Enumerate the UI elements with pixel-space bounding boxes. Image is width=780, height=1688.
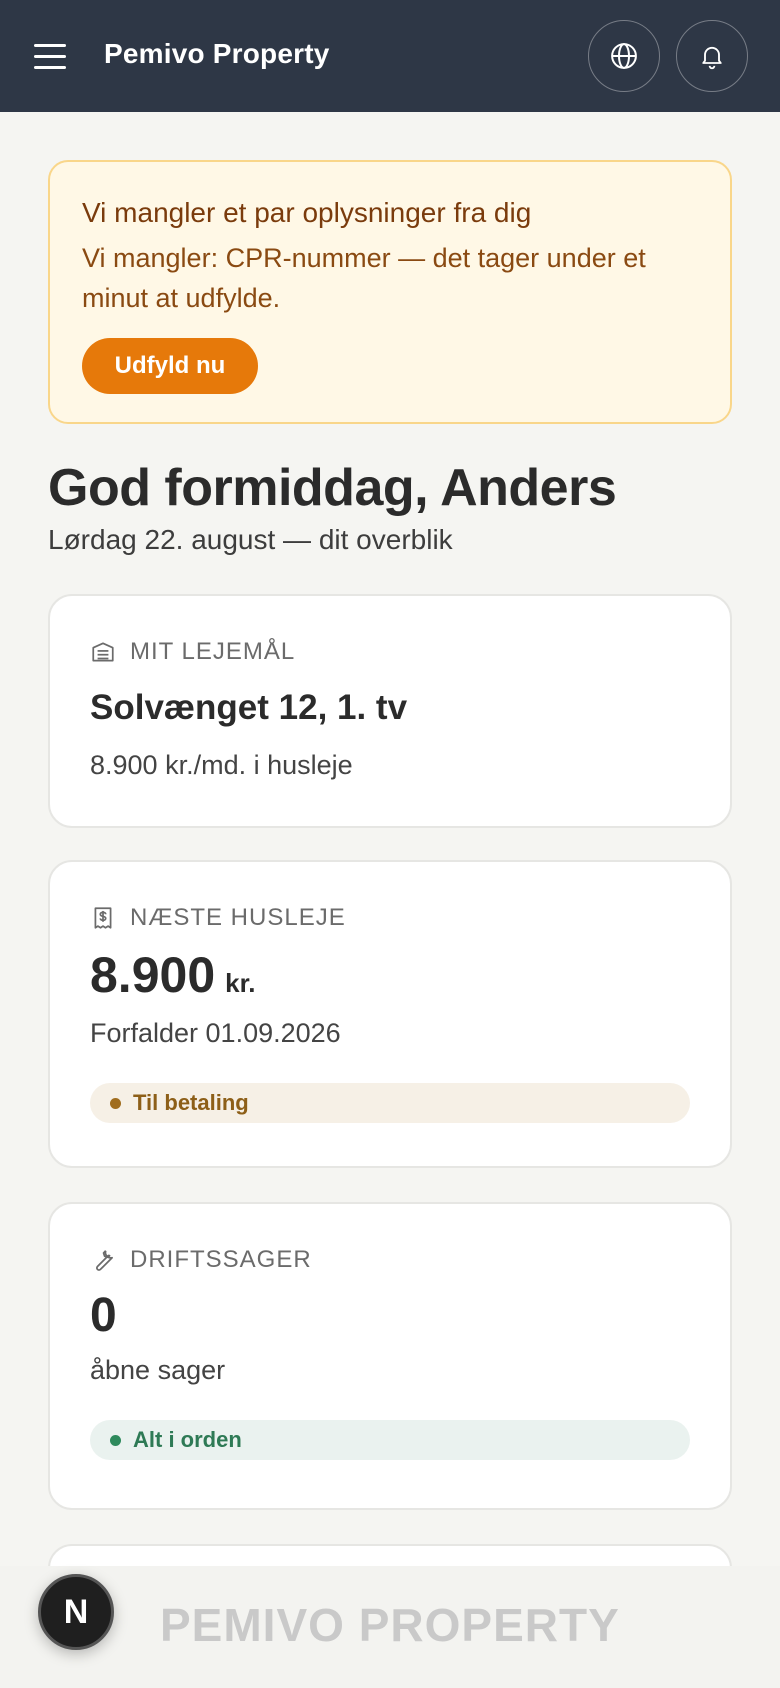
rent-amount: 8.900 kr. [90, 946, 690, 1004]
lease-card-label: MIT LEJEMÅL [130, 638, 296, 665]
lease-rent-text: 8.900 kr./md. i husleje [90, 750, 353, 780]
receipt-dollar-icon [94, 907, 112, 929]
bell-icon [702, 46, 722, 70]
rent-amount-value: 8.900 [90, 947, 216, 1003]
banner-title: Vi mangler et par oplysninger fra dig [82, 197, 532, 228]
menu-button[interactable] [34, 38, 70, 74]
notifications-button[interactable] [676, 20, 748, 92]
hamburger-icon [34, 43, 66, 47]
next-rent-card[interactable]: NÆSTE HUSLEJE 8.900 kr. Forfalder 01.09.… [48, 860, 732, 1168]
lease-address: Solvænget 12, 1. tv [90, 688, 408, 727]
app-title: Pemivo Property [104, 38, 330, 69]
building-icon [92, 642, 114, 662]
status-badge-label: Alt i orden [133, 1427, 242, 1452]
dev-badge-button[interactable]: N [38, 1574, 114, 1650]
maintenance-card[interactable]: DRIFTSSAGER 0 åbne sager Alt i orden [48, 1202, 732, 1510]
rent-amount-unit: kr. [225, 968, 256, 998]
lease-card-header: MIT LEJEMÅL [90, 638, 690, 666]
status-badge: Alt i orden [90, 1420, 690, 1460]
banner-body: Vi mangler: CPR-nummer — det tager under… [82, 243, 646, 313]
open-cases-count: 0 [90, 1289, 117, 1342]
globe-icon [611, 43, 637, 69]
next-rent-card-label: NÆSTE HUSLEJE [130, 904, 346, 931]
open-cases-text: åbne sager [90, 1355, 226, 1385]
next-rent-card-header: NÆSTE HUSLEJE [90, 904, 690, 932]
maintenance-card-header: DRIFTSSAGER [90, 1246, 690, 1274]
wrench-icon [96, 1250, 113, 1271]
maintenance-card-label: DRIFTSSAGER [130, 1246, 312, 1273]
footer-brand-watermark: PEMIVO PROPERTY [160, 1599, 620, 1651]
top-app-bar: Pemivo Property [0, 0, 780, 112]
page-subtitle: Lørdag 22. august — dit overblik [48, 524, 453, 555]
language-button[interactable] [588, 20, 660, 92]
status-badge: Til betaling [90, 1083, 690, 1123]
status-dot-icon [110, 1097, 121, 1109]
fill-now-button[interactable]: Udfyld nu [82, 338, 258, 394]
lease-card[interactable]: MIT LEJEMÅL Solvænget 12, 1. tv 8.900 kr… [48, 594, 732, 828]
status-dot-icon [110, 1434, 121, 1446]
rent-due-date: Forfalder 01.09.2026 [90, 1018, 341, 1048]
status-badge-label: Til betaling [133, 1090, 249, 1115]
page-title: God formiddag, Anders [48, 459, 617, 517]
missing-info-banner: Vi mangler et par oplysninger fra dig Vi… [48, 160, 732, 424]
